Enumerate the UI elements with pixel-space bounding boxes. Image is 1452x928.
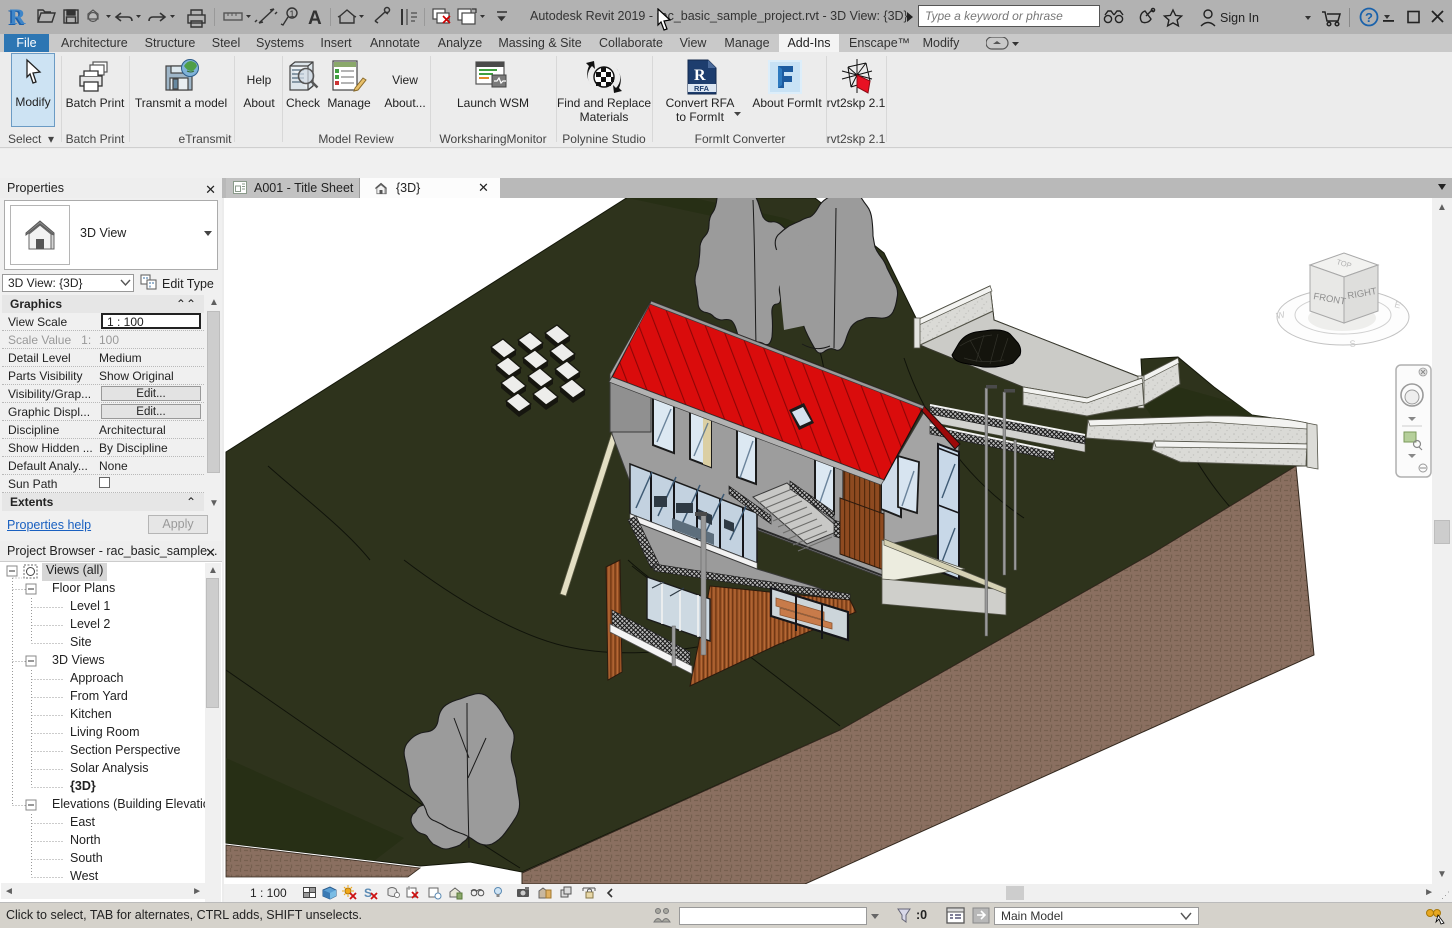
svg-text:R: R [694, 67, 706, 84]
svg-text:RFA: RFA [694, 84, 710, 93]
svg-text:S: S [364, 886, 372, 900]
svg-text:?: ? [1365, 10, 1373, 25]
svg-text:1: 1 [290, 9, 295, 19]
svg-text:S: S [1349, 338, 1356, 349]
svg-text:Sign In: Sign In [1220, 11, 1259, 25]
svg-text:A: A [308, 8, 322, 29]
svg-text:R: R [10, 4, 27, 29]
